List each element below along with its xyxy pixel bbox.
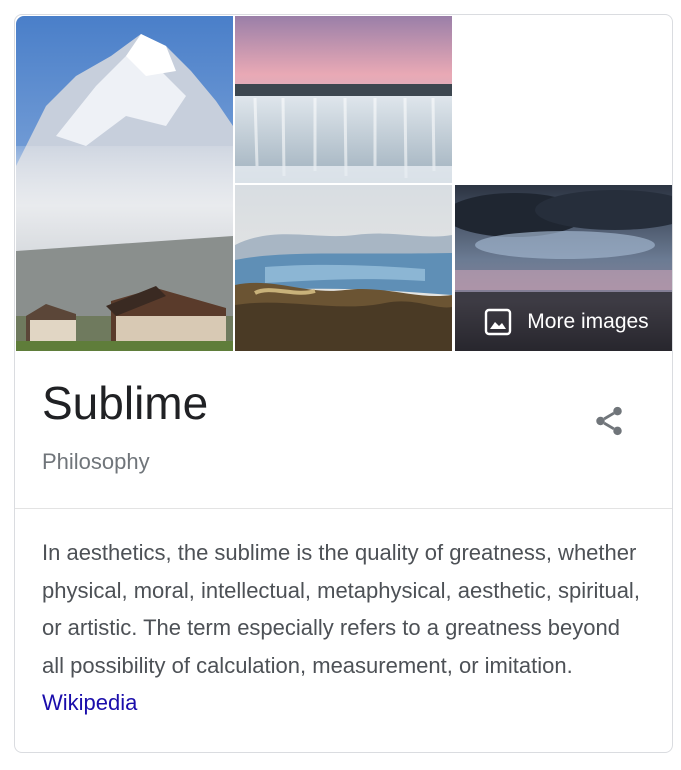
image-icon [483, 307, 513, 337]
entity-title: Sublime [42, 377, 209, 429]
wikipedia-link[interactable]: Wikipedia [42, 690, 137, 715]
waterfall-image[interactable] [235, 16, 452, 183]
description-text: In aesthetics, the sublime is the qualit… [42, 540, 640, 678]
knowledge-panel-card: More images Sublime Philosophy In aesthe… [14, 14, 673, 753]
share-button[interactable] [585, 397, 633, 445]
entity-header: Sublime Philosophy [15, 351, 672, 509]
lake-painting [235, 185, 452, 351]
entity-subtitle: Philosophy [42, 449, 150, 474]
more-images-button[interactable]: More images [455, 292, 672, 351]
mountain-image[interactable] [16, 16, 233, 351]
mountain-photo [16, 16, 233, 351]
more-images-label: More images [527, 309, 649, 333]
share-icon [596, 406, 622, 436]
lake-painting-image[interactable] [235, 185, 452, 351]
entity-description: In aesthetics, the sublime is the qualit… [42, 534, 642, 722]
waterfall-photo [235, 16, 452, 183]
